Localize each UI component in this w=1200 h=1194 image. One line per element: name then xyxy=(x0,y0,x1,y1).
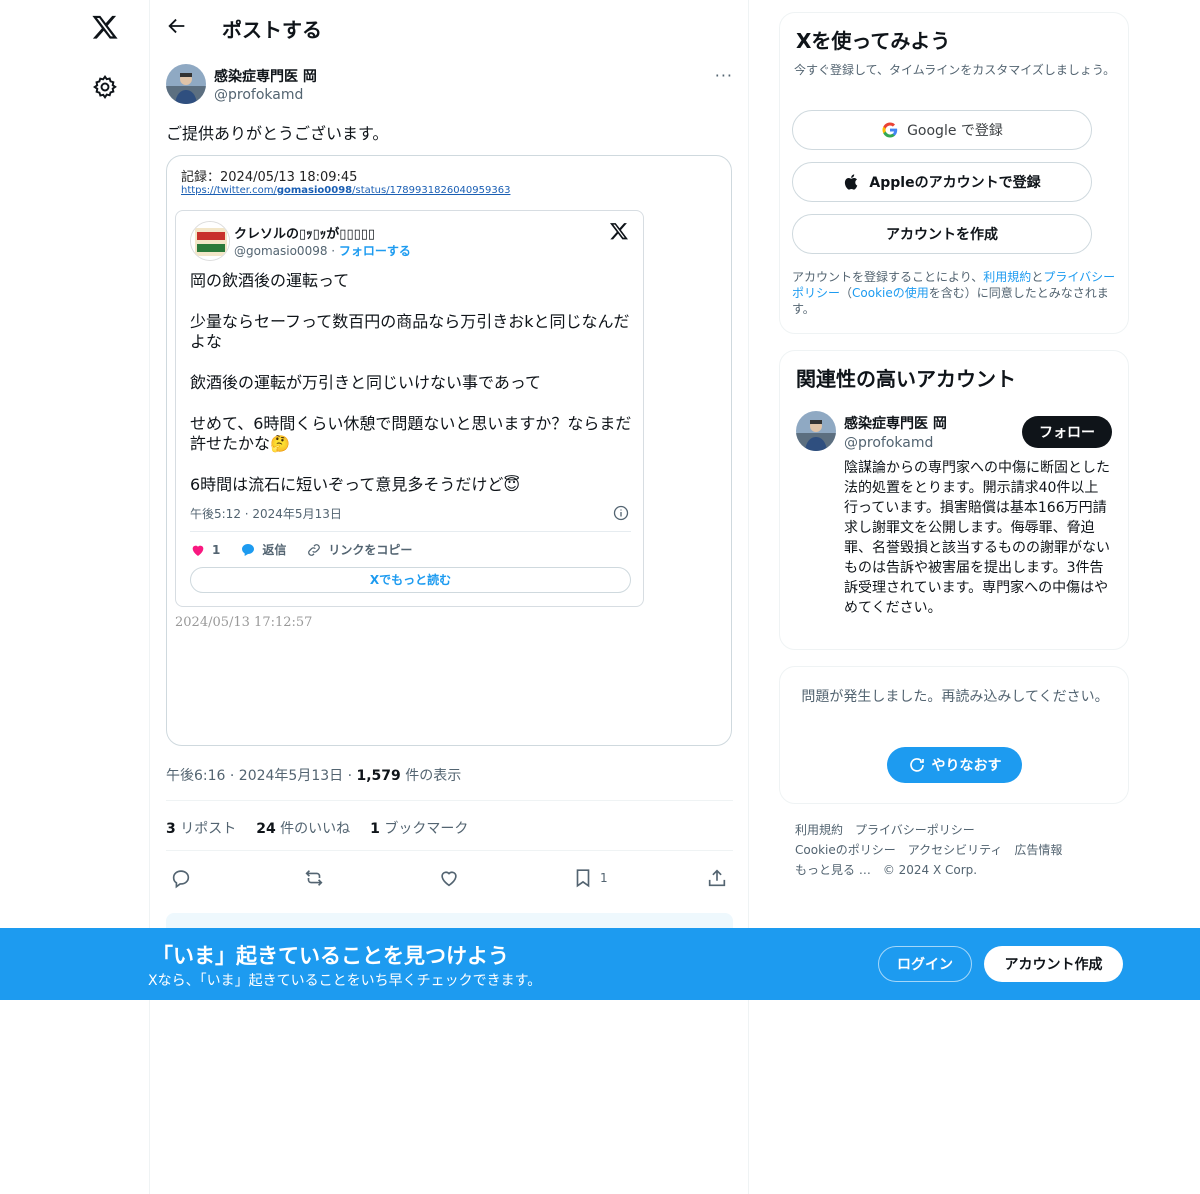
related-account-name[interactable]: 感染症専門医 岡 xyxy=(844,413,947,433)
footer-link[interactable]: Cookieのポリシー xyxy=(795,840,896,860)
bookmark-count: 1 xyxy=(600,871,608,885)
embed-reply: 返信 xyxy=(240,541,286,558)
footer-link[interactable]: 広告情報 xyxy=(1014,840,1062,860)
record-url: https://twitter.com/gomasio0098/status/1… xyxy=(181,185,511,196)
author-name[interactable]: 感染症専門医 岡 xyxy=(214,66,317,86)
footer-links: 利用規約 プライバシーポリシー Cookieのポリシー アクセシビリティ 広告情報 も… xyxy=(795,820,1125,880)
signup-terms: アカウントを登録することにより、利用規約とプライバシーポリシー（Cookieの使… xyxy=(792,270,1116,316)
bookmarks-stat[interactable]: 1 ブックマーク xyxy=(370,818,468,838)
embed-paragraph: 岡の飲酒後の運転って xyxy=(190,271,350,290)
refresh-icon xyxy=(909,758,924,772)
views-count: 1,579 xyxy=(356,768,401,784)
retry-button[interactable]: やりなおす xyxy=(887,747,1022,783)
share-icon xyxy=(708,869,726,887)
login-button[interactable]: ログイン xyxy=(878,946,972,982)
divider xyxy=(166,850,733,851)
embed-actions: 1 返信 リンクをコピー xyxy=(190,541,412,558)
divider xyxy=(190,531,631,532)
avatar[interactable] xyxy=(166,64,206,104)
back-arrow-icon[interactable] xyxy=(166,15,190,39)
repost-icon xyxy=(305,870,323,886)
record-label: 記録：2024/05/13 18:09:45 xyxy=(181,170,358,185)
footer-link[interactable]: プライバシーポリシー xyxy=(855,820,975,840)
signup-subtitle: 今すぐ登録して、タイムラインをカスタマイズしましょう。 xyxy=(794,63,1116,77)
cookie-link[interactable]: Cookieの使用 xyxy=(852,286,929,300)
signup-button[interactable]: アカウント作成 xyxy=(984,946,1123,982)
share-button[interactable] xyxy=(706,864,728,892)
footer-link[interactable]: アクセシビリティ xyxy=(908,840,1003,860)
embed-paragraph: 飲酒後の運転が万引きと同じいけない事であって xyxy=(190,373,542,392)
like-button[interactable] xyxy=(438,864,460,892)
related-accounts-card: 関連性の高いアカウント 感染症専門医 岡 @profokamd フォロー 陰謀論… xyxy=(779,350,1129,650)
screenshot-timestamp: 2024/05/13 17:12:57 xyxy=(175,615,313,630)
copyright: © 2024 X Corp. xyxy=(882,863,978,877)
embed-avatar xyxy=(190,221,230,261)
avatar[interactable] xyxy=(796,411,836,451)
info-icon xyxy=(613,505,629,521)
divider xyxy=(166,800,733,801)
related-title: 関連性の高いアカウント xyxy=(796,367,1016,391)
read-more-on-x: Xでもっと読む xyxy=(190,567,631,593)
reply-button[interactable] xyxy=(170,864,192,892)
create-account-button[interactable]: アカウントを作成 xyxy=(792,214,1092,254)
footer-link[interactable]: もっと見る … xyxy=(795,860,871,880)
error-message: 問題が発生しました。再読み込みしてください。 xyxy=(801,689,1109,705)
banner-subtitle: Xなら、「いま」起きていることをいち早くチェックできます。 xyxy=(148,973,542,989)
google-signup-button[interactable]: Google で登録 xyxy=(792,110,1092,150)
embed-copy-link: リンクをコピー xyxy=(306,541,412,558)
post-author: 感染症専門医 岡 @profokamd ··· xyxy=(166,64,733,108)
author-handle[interactable]: @profokamd xyxy=(214,87,303,103)
embed-text: 岡の飲酒後の運転って 少量ならセーフって数百円の商品なら万引きおkと同じなんだよ… xyxy=(190,271,632,516)
related-account-bio: 陰謀論からの専門家への中傷に断固とした法的処置をとります。開示請求40件以上行っ… xyxy=(844,460,1110,616)
left-nav xyxy=(0,0,150,1194)
banner-title: 「いま」起きていることを見つけよう xyxy=(152,944,509,968)
embed-paragraph: せめて、6時間くらい休憩で問題ないと思いますか？ならまだ許せたかな🤔 xyxy=(190,414,632,453)
signup-title: Xを使ってみよう xyxy=(796,29,951,53)
signup-banner: 「いま」起きていることを見つけよう Xなら、「いま」起きていることをいち早くチェ… xyxy=(0,928,1200,1000)
post-stats: 3 リポスト 24 件のいいね 1 ブックマーク xyxy=(166,818,468,838)
embed-author-name: クレソルの▯ｯ▯ｯが▯▯▯▯▯ xyxy=(234,227,376,242)
x-logo-icon xyxy=(609,221,631,243)
error-card: 問題が発生しました。再読み込みしてください。 やりなおす xyxy=(779,666,1129,804)
link-icon xyxy=(308,543,321,556)
embed-date: 午後5:12 · 2024年5月13日 xyxy=(190,507,342,521)
more-options-icon[interactable]: ··· xyxy=(715,66,733,85)
embed-paragraph: 6時間は流石に短いぞって意見多そうだけど😇 xyxy=(190,475,521,494)
embed-follow-link: フォローする xyxy=(338,244,411,258)
terms-link[interactable]: 利用規約 xyxy=(983,270,1031,284)
page-title: ポストする xyxy=(222,18,322,42)
x-logo-icon[interactable] xyxy=(90,12,120,42)
reply-icon xyxy=(172,870,190,889)
embed-author-handle: @gomasio0098 · フォローする xyxy=(234,244,411,258)
bookmark-button[interactable]: 1 xyxy=(572,864,608,892)
post-meta: 午後6:16 · 2024年5月13日 · 1,579 件の表示 xyxy=(166,768,462,784)
gear-icon[interactable] xyxy=(92,74,118,100)
repost-button[interactable] xyxy=(303,864,325,892)
post-actions: 1 xyxy=(166,864,733,892)
page-header: ポストする xyxy=(150,0,749,55)
heart-icon xyxy=(441,871,457,887)
heart-icon xyxy=(192,545,204,556)
embed-paragraph: 少量ならセーフって数百円の商品なら万引きおkと同じなんだよな xyxy=(190,312,630,351)
post-media-image[interactable]: 記録：2024/05/13 18:09:45 https://twitter.c… xyxy=(166,155,732,746)
apple-signup-button[interactable]: Appleのアカウントで登録 xyxy=(792,162,1092,202)
reposts-stat[interactable]: 3 リポスト xyxy=(166,818,236,838)
footer-link[interactable]: 利用規約 xyxy=(795,820,843,840)
related-account-handle[interactable]: @profokamd xyxy=(844,435,933,451)
embedded-tweet: クレソルの▯ｯ▯ｯが▯▯▯▯▯ @gomasio0098 · フォローする 岡の… xyxy=(175,210,644,607)
post-text: ご提供ありがとうございます。 xyxy=(166,124,389,143)
bookmark-icon xyxy=(576,869,590,888)
apple-icon xyxy=(845,174,858,190)
google-icon xyxy=(882,122,898,138)
main-column: ポストする 感染症専門医 岡 @profokamd ··· ご提供ありがとうござ… xyxy=(150,0,749,1194)
post-time[interactable]: 午後6:16 · 2024年5月13日 · xyxy=(166,768,357,784)
embed-like: 1 xyxy=(190,542,220,558)
reply-bubble-icon xyxy=(242,543,255,556)
likes-stat[interactable]: 24 件のいいね xyxy=(256,818,350,838)
follow-button[interactable]: フォロー xyxy=(1022,416,1112,448)
signup-card: Xを使ってみよう 今すぐ登録して、タイムラインをカスタマイズしましょう。 Goo… xyxy=(779,12,1129,334)
